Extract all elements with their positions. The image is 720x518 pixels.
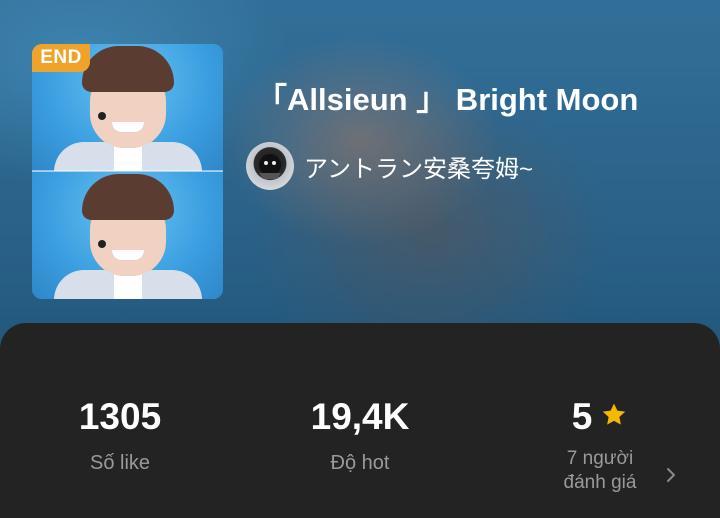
star-icon [600,395,628,439]
rating-stat[interactable]: 5 7 người đánh giá [480,323,720,495]
author-row[interactable]: アントラン安桑夸姆~ [246,142,533,190]
avatar-image [259,154,281,179]
rating-count-label: 7 người [566,448,634,469]
rating-caption: đánh giá [563,472,637,493]
likes-stat: 1305 Số like [0,323,240,475]
cover-photo-bottom [32,172,223,299]
likes-value: 1305 [78,396,162,437]
book-cover[interactable] [32,44,223,299]
chevron-right-icon[interactable] [664,465,678,490]
status-badge: END [32,44,90,72]
rating-label: 7 người đánh giá [480,447,720,495]
hot-stat: 19,4K Độ hot [240,323,480,475]
author-avatar[interactable] [246,142,294,190]
hot-label: Độ hot [330,452,390,474]
stats-panel: 1305 Số like 19,4K Độ hot 5 7 người đánh… [0,323,720,518]
hot-value: 19,4K [310,396,410,437]
rating-value-row: 5 [480,395,720,439]
author-name[interactable]: アントラン安桑夸姆~ [304,149,533,184]
rating-value: 5 [571,396,593,437]
likes-label: Số like [89,452,151,474]
book-title: 「Allsieun 」 Bright Moon [256,82,639,117]
